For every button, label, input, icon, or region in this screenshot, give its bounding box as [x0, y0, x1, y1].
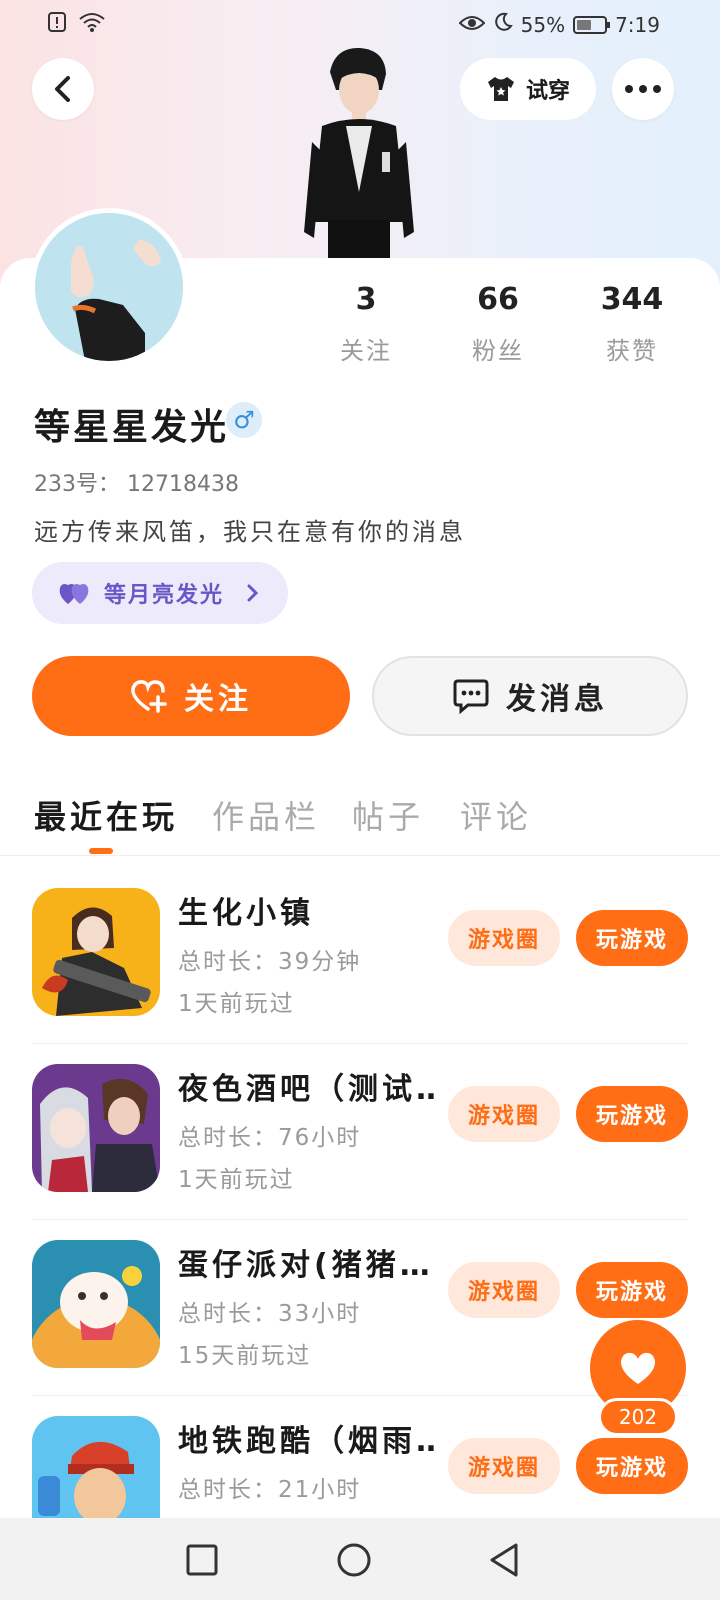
game-icon-night-bar: [32, 1064, 160, 1192]
tab-recent-played[interactable]: 最近在玩: [34, 792, 178, 838]
tab-comments[interactable]: 评论: [460, 792, 532, 838]
game-title: 生化小镇: [178, 896, 314, 931]
relationship-tag[interactable]: 等月亮发光: [32, 562, 288, 624]
stat-likes-label: 获赞: [606, 337, 658, 365]
wifi-icon: [78, 12, 106, 37]
stat-fans-label: 粉丝: [472, 337, 524, 365]
stat-following[interactable]: 3 关注: [306, 282, 426, 366]
back-nav-button[interactable]: [484, 1540, 524, 1580]
battery-percent: 55%: [520, 12, 566, 37]
stat-likes-count: 344: [600, 282, 664, 317]
stat-likes[interactable]: 344 获赞: [572, 282, 692, 366]
game-row[interactable]: 生化小镇 总时长：39分钟 1天前玩过 游戏圈 玩游戏: [0, 868, 720, 1044]
game-circle-button[interactable]: 游戏圈: [448, 1262, 560, 1318]
like-count-badge: 202: [598, 1398, 678, 1436]
play-game-button[interactable]: 玩游戏: [576, 1086, 688, 1142]
game-title: 夜色酒吧（测试…: [178, 1072, 438, 1107]
play-game-button[interactable]: 玩游戏: [576, 1262, 688, 1318]
heart-plus-icon: [131, 680, 167, 713]
game-circle-button[interactable]: 游戏圈: [448, 1438, 560, 1494]
user-id: 233号： 12718438: [34, 472, 239, 497]
moon-icon: [493, 12, 513, 37]
tab-works[interactable]: 作品栏: [212, 792, 320, 838]
game-play-time: 总时长：76小时: [178, 1125, 362, 1151]
game-title: 蛋仔派对(猪猪…: [178, 1248, 434, 1283]
back-button[interactable]: [32, 58, 94, 120]
game-play-time: 总时长：33小时: [178, 1301, 362, 1327]
stat-following-count: 3: [355, 282, 377, 317]
avatar-character-figure: [300, 42, 418, 258]
stat-fans[interactable]: 66 粉丝: [438, 282, 558, 366]
stat-fans-count: 66: [477, 282, 519, 317]
follow-button-label: 关注: [184, 682, 252, 717]
double-heart-icon: [59, 584, 89, 604]
send-message-label: 发消息: [506, 682, 608, 717]
recent-apps-button[interactable]: [182, 1540, 222, 1580]
game-row[interactable]: 夜色酒吧（测试… 总时长：76小时 1天前玩过 游戏圈 玩游戏: [0, 1044, 720, 1220]
clock-time: 7:19: [615, 12, 660, 37]
heart-icon: [620, 1352, 656, 1384]
game-last-played: 1天前玩过: [178, 1167, 295, 1193]
send-message-button[interactable]: 发消息: [372, 656, 688, 736]
status-bar: 55% 7:19: [0, 0, 720, 48]
chevron-right-icon: [247, 584, 259, 602]
try-on-label: 试穿: [525, 79, 570, 104]
relationship-tag-label: 等月亮发光: [104, 583, 225, 608]
system-navigation-bar: [0, 1518, 720, 1600]
tab-posts[interactable]: 帖子: [352, 792, 424, 838]
circle-icon: [337, 1543, 371, 1577]
content-tabs: 最近在玩 作品栏 帖子 评论: [0, 786, 720, 856]
battery-level-fill: [577, 19, 592, 30]
battery-icon: [573, 15, 611, 34]
game-icon-eggy-party: [32, 1240, 160, 1368]
game-icon-bio-town: [32, 888, 160, 1016]
play-game-button[interactable]: 玩游戏: [576, 910, 688, 966]
game-last-played: 1天前玩过: [178, 991, 295, 1017]
game-last-played: 15天前玩过: [178, 1343, 312, 1369]
tshirt-icon: [487, 77, 514, 101]
profile-name: 等星星发光: [34, 407, 230, 448]
game-circle-button[interactable]: 游戏圈: [448, 1086, 560, 1142]
square-icon: [186, 1544, 218, 1576]
triangle-back-icon: [490, 1543, 518, 1577]
more-button[interactable]: [612, 58, 674, 120]
stat-following-label: 关注: [340, 337, 392, 365]
alert-icon: [48, 12, 66, 37]
game-circle-button[interactable]: 游戏圈: [448, 910, 560, 966]
try-on-button[interactable]: 试穿: [460, 58, 596, 120]
chat-bubble-icon: [453, 679, 489, 714]
home-button[interactable]: [334, 1540, 374, 1580]
tab-active-indicator: [89, 848, 113, 854]
more-horizontal-icon: [625, 85, 661, 93]
play-game-button[interactable]: 玩游戏: [576, 1438, 688, 1494]
male-icon: ♂: [226, 402, 262, 438]
follow-button[interactable]: 关注: [32, 656, 350, 736]
game-play-time: 总时长：39分钟: [178, 949, 362, 975]
chevron-left-icon: [55, 76, 70, 102]
game-title: 地铁跑酷（烟雨…: [178, 1424, 438, 1459]
eye-icon: [458, 13, 486, 37]
profile-bio: 远方传来风笛，我只在意有你的消息: [34, 518, 466, 546]
avatar[interactable]: [30, 208, 188, 366]
game-play-time: 总时长：21小时: [178, 1477, 362, 1503]
